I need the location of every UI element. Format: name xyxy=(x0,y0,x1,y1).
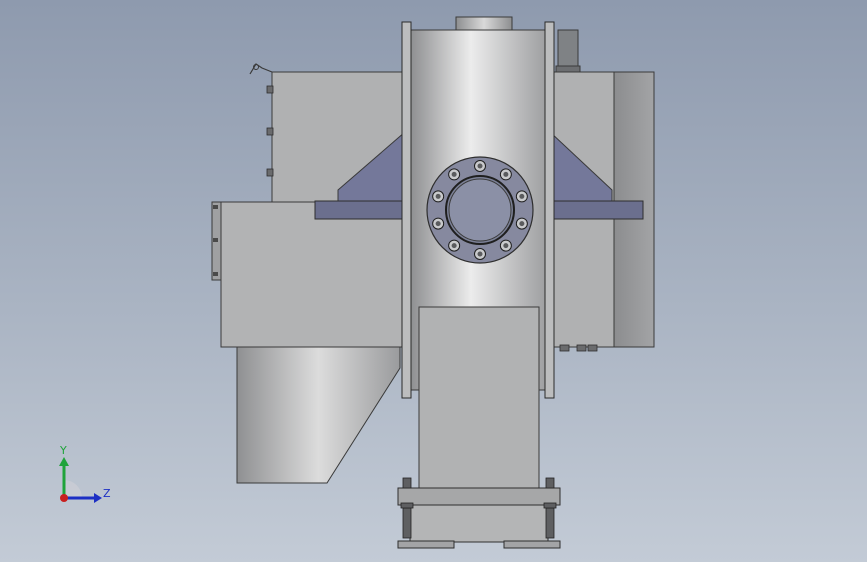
base-top-plate xyxy=(397,487,561,506)
left-flange-bolt xyxy=(213,272,218,276)
base-foot-left xyxy=(397,540,455,549)
flange-bolt xyxy=(432,217,445,230)
housing-left-lower xyxy=(220,201,408,348)
view-orientation-triad[interactable]: Y Z xyxy=(44,440,124,510)
support-column xyxy=(418,306,540,491)
z-axis-arrow xyxy=(94,493,102,503)
top-left-handle xyxy=(249,63,273,75)
flange-bolt xyxy=(448,168,461,181)
left-flange-bolt xyxy=(213,238,218,242)
base-body xyxy=(409,504,549,543)
flange-bolt xyxy=(499,239,512,252)
discharge-hopper xyxy=(236,346,401,484)
drum-flange-left xyxy=(401,21,412,399)
flange-bolt xyxy=(474,248,486,260)
triad-origin xyxy=(60,494,68,502)
flange-bolt xyxy=(474,160,486,172)
z-axis-label: Z xyxy=(103,487,111,500)
drum-flange-right xyxy=(544,21,555,399)
y-axis-arrow xyxy=(59,457,69,466)
graphics-viewport[interactable]: Y Z xyxy=(0,0,867,562)
flange-bolt xyxy=(432,190,445,203)
y-axis-label: Y xyxy=(59,444,67,457)
top-right-fitting xyxy=(557,29,579,71)
flange-bolt xyxy=(499,168,512,181)
flange-bolt xyxy=(515,190,528,203)
cad-model-front-view[interactable] xyxy=(0,0,867,562)
flange-bolt xyxy=(515,217,528,230)
base-foot-right xyxy=(503,540,561,549)
flange-bolt xyxy=(448,239,461,252)
left-flange-bolt xyxy=(213,205,218,209)
inspection-port-flange xyxy=(426,156,534,264)
cross-beam-right xyxy=(547,200,644,220)
housing-bottom-bolts xyxy=(559,344,598,352)
cross-beam-left xyxy=(314,200,408,220)
